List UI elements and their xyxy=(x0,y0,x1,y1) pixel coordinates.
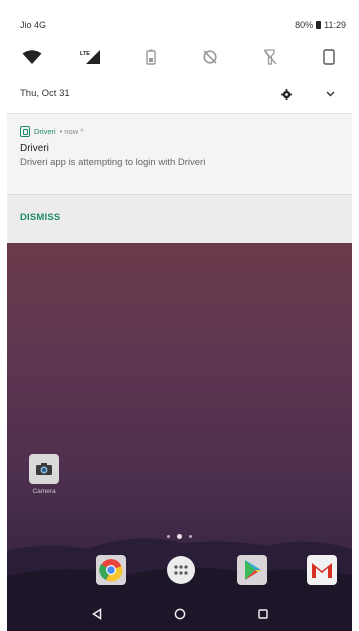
battery-time: 80% 11:29 xyxy=(295,20,346,30)
auto-rotate-icon[interactable] xyxy=(316,44,342,70)
dismiss-button[interactable]: DISMISS xyxy=(20,212,60,223)
notification-body: Driveri app is attempting to login with … xyxy=(20,157,206,168)
page-dot-1 xyxy=(167,535,170,538)
battery-saver-icon[interactable] xyxy=(138,44,164,70)
app-drawer-icon[interactable] xyxy=(165,554,197,586)
screen-edge-right xyxy=(352,0,359,631)
page-dot-3 xyxy=(189,535,192,538)
notification-title: Driveri xyxy=(20,143,49,154)
camera-app-shortcut[interactable]: Camera xyxy=(24,454,64,495)
chrome-icon[interactable] xyxy=(95,554,127,586)
notification-shade: Jio 4G 80% 11:29 LTE Thu, Oct 31 xyxy=(7,0,352,113)
status-bar: Jio 4G 80% 11:29 xyxy=(20,20,346,34)
mobile-data-icon[interactable]: LTE xyxy=(78,44,104,70)
camera-app-label: Camera xyxy=(32,488,56,495)
page-indicator xyxy=(7,534,352,539)
data-saver-icon[interactable] xyxy=(197,44,223,70)
notification-actions: DISMISS xyxy=(7,194,352,245)
date-label: Thu, Oct 31 xyxy=(20,88,70,99)
network-type-badge: LTE xyxy=(80,51,90,57)
navigation-bar xyxy=(7,597,352,631)
expand-chevron-icon[interactable] xyxy=(322,86,338,102)
phone-screen: Jio 4G 80% 11:29 LTE Thu, Oct 31 Driveri… xyxy=(0,0,359,631)
carrier-label: Jio 4G xyxy=(20,20,47,30)
notification-card[interactable]: Driveri • now ^ Driveri Driveri app is a… xyxy=(7,113,352,245)
driveri-app-icon xyxy=(20,126,30,137)
play-store-icon[interactable] xyxy=(236,554,268,586)
screen-edge-left xyxy=(0,0,7,631)
wifi-icon[interactable] xyxy=(19,44,45,70)
battery-percent: 80% xyxy=(295,20,314,30)
flashlight-icon[interactable] xyxy=(257,44,283,70)
back-icon[interactable] xyxy=(86,603,108,625)
gmail-icon[interactable] xyxy=(306,554,338,586)
home-screen: Camera xyxy=(7,243,352,631)
notification-time[interactable]: • now ^ xyxy=(60,127,84,136)
home-icon[interactable] xyxy=(169,603,191,625)
notification-header: Driveri • now ^ xyxy=(20,126,84,137)
clock: 11:29 xyxy=(324,20,346,30)
notification-app-name: Driveri xyxy=(34,127,56,136)
dock xyxy=(95,554,338,586)
battery-icon xyxy=(316,21,322,29)
date-row: Thu, Oct 31 xyxy=(20,86,340,102)
camera-icon xyxy=(29,454,59,484)
recents-icon[interactable] xyxy=(252,603,274,625)
settings-gear-icon[interactable] xyxy=(278,86,294,102)
page-dot-2 xyxy=(177,534,182,539)
quick-settings-row: LTE xyxy=(19,44,342,70)
